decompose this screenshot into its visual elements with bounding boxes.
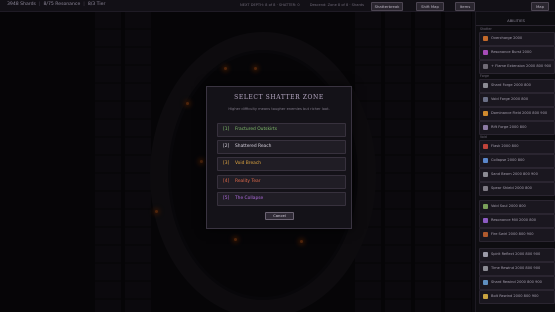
- abilities-sidebar: ABILITIES Shatter Overcharge 2000 Resona…: [475, 12, 555, 312]
- ability-label: Shard Forge 2000 800: [491, 83, 531, 87]
- dialog-subtitle: Higher difficulty means tougher enemies …: [228, 107, 330, 111]
- resource-stats: 3948 Shards | 8/75 Resonance | 8/3 Tier: [7, 2, 106, 7]
- zone-key: [1]: [223, 127, 230, 132]
- shift-map-button[interactable]: Shift Map: [416, 2, 444, 11]
- ability-icon: [483, 64, 488, 69]
- ability-icon: [483, 186, 488, 191]
- ability-item[interactable]: Shard Forge 2000 800: [479, 79, 555, 93]
- zone-key: [4]: [223, 179, 230, 184]
- ability-label: Dominance Field 2000 800 900: [491, 111, 548, 115]
- ability-icon: [483, 280, 488, 285]
- ability-item[interactable]: Overcharge 2000: [479, 32, 555, 46]
- ability-item[interactable]: Shard Rewind 2000 800 900: [479, 276, 555, 290]
- status-text-descend: Descend: Zone 8 of 8 · Shards: [309, 3, 365, 7]
- zone-key: [3]: [223, 161, 230, 166]
- ability-item[interactable]: Rift Forge 2000 800: [479, 121, 555, 135]
- ability-item[interactable]: Bolt Rewind 2000 800 900: [479, 290, 555, 304]
- ability-icon: [483, 111, 488, 116]
- ability-item[interactable]: Spear Shield 2000 800: [479, 182, 555, 196]
- shatterbreak-button[interactable]: Shatterbreak: [371, 2, 403, 11]
- ability-label: Bolt Rewind 2000 800 900: [491, 294, 539, 298]
- ability-item[interactable]: Time Rewind 2000 800 900: [479, 262, 555, 276]
- zone-name: Fractured Outskirts: [235, 127, 278, 132]
- ability-item[interactable]: + Flame Extension 2000 800 900: [479, 60, 555, 74]
- section-label-void: Void: [480, 135, 487, 139]
- ability-icon: [483, 218, 488, 223]
- ability-item[interactable]: Spirit Reflect 2000 800 900: [479, 248, 555, 262]
- top-bar: 3948 Shards | 8/75 Resonance | 8/3 Tier NEXT…: [0, 0, 555, 12]
- ability-icon: [483, 172, 488, 177]
- ability-item[interactable]: Void Forge 2000 800: [479, 93, 555, 107]
- ability-label: Resonance Mill 2000 800: [491, 218, 537, 222]
- ability-label: + Flame Extension 2000 800 900: [491, 64, 552, 68]
- zone-option-2[interactable]: [2] Shattered Reach: [217, 140, 346, 154]
- ability-icon: [483, 158, 488, 163]
- ability-icon: [483, 252, 488, 257]
- ability-label: Collapse 2000 800: [491, 158, 525, 162]
- section-label-shatter: Shatter: [480, 27, 492, 31]
- sidebar-header: ABILITIES: [476, 17, 555, 26]
- ability-icon: [483, 144, 488, 149]
- ability-label: Flask 2000 800: [491, 144, 519, 148]
- ability-icon: [483, 36, 488, 41]
- shatter-zone-dialog: SELECT SHATTER ZONE Higher difficulty me…: [206, 86, 352, 229]
- ability-label: Spear Shield 2000 800: [491, 186, 532, 190]
- zone-option-4[interactable]: [4] Reality Tear: [217, 175, 346, 189]
- ability-icon: [483, 294, 488, 299]
- ability-label: Rift Forge 2000 800: [491, 125, 527, 129]
- zone-name: Void Breach: [235, 161, 262, 166]
- ability-item[interactable]: Resonance Mill 2000 800: [479, 214, 555, 228]
- ability-icon: [483, 232, 488, 237]
- ability-icon: [483, 83, 488, 88]
- ability-label: Overcharge 2000: [491, 36, 523, 40]
- zone-name: Reality Tear: [235, 179, 261, 184]
- status-readout: NEXT DEPTH: 8 of 8 · SHATTER: 0 Descend: …: [240, 3, 374, 7]
- tier-stat: 8/3 Tier: [87, 2, 106, 7]
- ability-icon: [483, 125, 488, 130]
- zone-name: Shattered Reach: [235, 144, 272, 149]
- status-text-depth: NEXT DEPTH: 8 of 8 · SHATTER: 0: [240, 3, 300, 7]
- ability-icon: [483, 266, 488, 271]
- zone-option-5[interactable]: [5] The Collapse: [217, 192, 346, 206]
- zone-key: [2]: [223, 144, 230, 149]
- ability-item[interactable]: Collapse 2000 800: [479, 154, 555, 168]
- ability-label: Void Soul 2000 800: [491, 204, 526, 208]
- zone-option-3[interactable]: [3] Void Breach: [217, 157, 346, 171]
- ability-label: Fire Swirl 2000 800 900: [491, 232, 534, 236]
- ability-icon: [483, 50, 488, 55]
- ability-item[interactable]: Fire Swirl 2000 800 900: [479, 228, 555, 242]
- zone-key: [5]: [223, 196, 230, 201]
- ability-label: Resonance Burst 2000: [491, 50, 532, 54]
- ability-label: Shard Rewind 2000 800 900: [491, 280, 542, 284]
- zone-name: The Collapse: [235, 196, 264, 201]
- ability-item[interactable]: Flask 2000 800: [479, 140, 555, 154]
- ability-item[interactable]: Dominance Field 2000 800 900: [479, 107, 555, 121]
- ability-label: Spirit Reflect 2000 800 900: [491, 252, 541, 256]
- zone-option-1[interactable]: [1] Fractured Outskirts: [217, 123, 346, 137]
- map-button[interactable]: Map: [531, 2, 549, 11]
- ability-item[interactable]: Void Soul 2000 800: [479, 200, 555, 214]
- dialog-title: SELECT SHATTER ZONE: [234, 94, 324, 101]
- resonance-stat: 8/75 Resonance: [43, 2, 81, 7]
- items-button[interactable]: Items: [455, 2, 475, 11]
- ability-label: Time Rewind 2000 800 900: [491, 266, 541, 270]
- ability-icon: [483, 97, 488, 102]
- ability-icon: [483, 204, 488, 209]
- ability-item[interactable]: Resonance Burst 2000: [479, 46, 555, 60]
- ability-label: Void Forge 2000 800: [491, 97, 529, 101]
- ability-label: Sand Beam 2000 800 900: [491, 172, 538, 176]
- shards-stat: 3948 Shards: [7, 2, 36, 7]
- ability-item[interactable]: Sand Beam 2000 800 900: [479, 168, 555, 182]
- cancel-button[interactable]: Cancel: [265, 212, 294, 220]
- section-label-forge: Forge: [480, 74, 489, 78]
